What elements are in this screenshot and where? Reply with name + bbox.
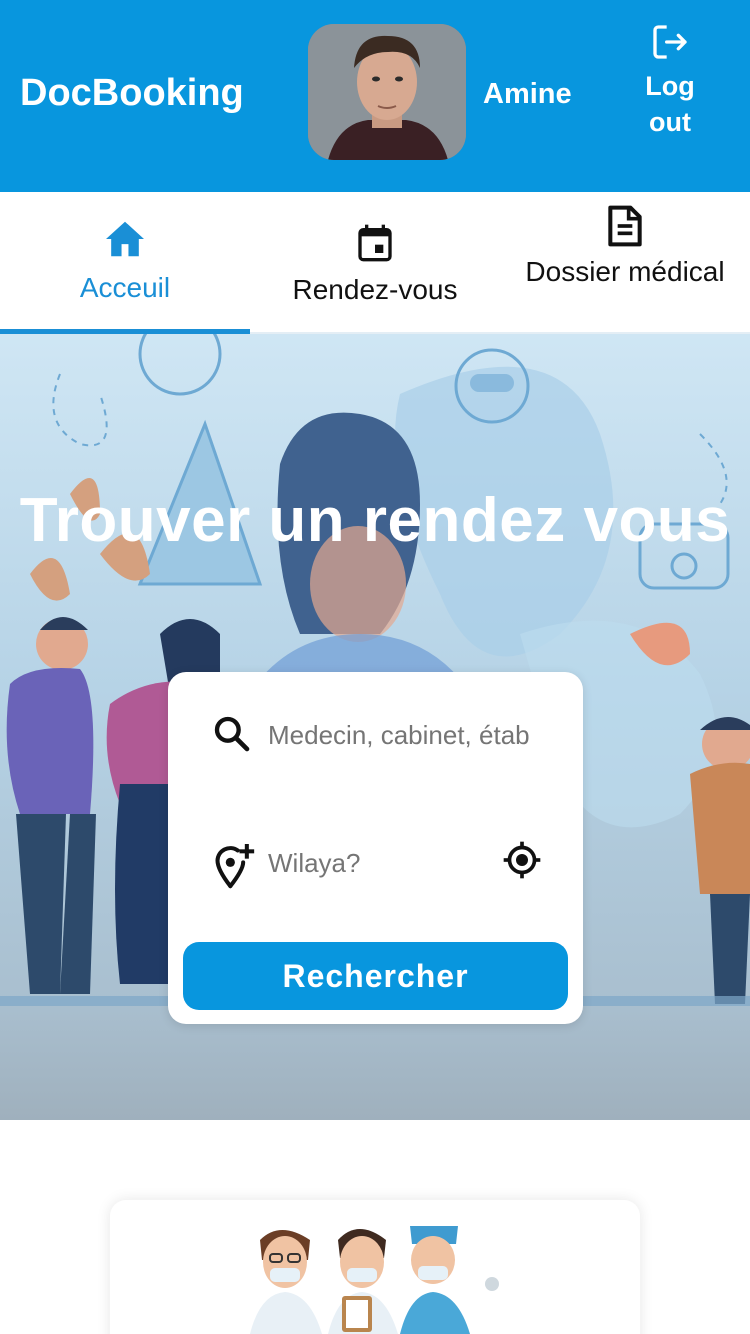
avatar-image [308, 24, 466, 160]
tab-label: Acceuil [79, 272, 171, 303]
search-input[interactable] [268, 710, 548, 760]
search-field [168, 696, 583, 776]
search-button[interactable]: Rechercher [183, 942, 568, 1010]
app-header: DocBooking Amine Log out [0, 0, 750, 192]
username: Amine [483, 78, 572, 110]
logout-label: Log out [645, 71, 695, 137]
document-icon [608, 205, 642, 247]
tab-dossier-medical[interactable]: Dossier médical [500, 192, 750, 334]
avatar[interactable] [308, 24, 466, 160]
tab-acceuil[interactable]: Acceuil [0, 192, 250, 334]
calendar-icon [358, 224, 392, 262]
app-title: DocBooking [20, 72, 244, 114]
add-location-icon [215, 844, 255, 889]
tab-bar: Acceuil Rendez-vous Dossier médical [0, 192, 750, 334]
home-icon [106, 221, 144, 257]
wilaya-input[interactable] [268, 838, 478, 888]
hero-title: Trouver un rendez vous [19, 486, 731, 555]
wilaya-field [168, 824, 583, 904]
logout-button[interactable]: Log out [630, 22, 710, 140]
logout-icon [653, 25, 687, 59]
search-card: Rechercher [168, 672, 583, 1024]
doctors-card [110, 1200, 640, 1334]
my-location-icon[interactable] [502, 840, 542, 880]
tab-label: Rendez-vous [292, 274, 458, 305]
doctors-illustration [250, 1226, 499, 1334]
tab-label: Dossier médical [525, 256, 725, 287]
search-icon [214, 716, 250, 752]
tab-rendez-vous[interactable]: Rendez-vous [250, 192, 500, 334]
